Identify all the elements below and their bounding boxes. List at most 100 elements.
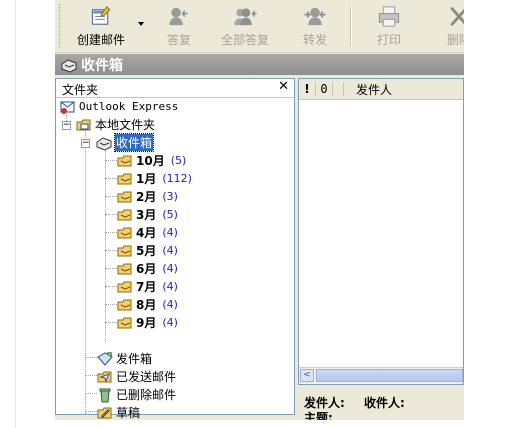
tree-item-month-folder[interactable]: 9月 (4) bbox=[117, 314, 178, 331]
folder-icon bbox=[117, 299, 132, 310]
close-pane-icon[interactable]: ✕ bbox=[278, 79, 289, 95]
create-mail-button[interactable]: 创建邮件 bbox=[73, 4, 129, 48]
message-list-header: ! 0 发件人 bbox=[299, 79, 463, 100]
preview-subject-label: 主题: bbox=[304, 411, 333, 420]
page-left-rule bbox=[15, 0, 16, 428]
local-folders-icon bbox=[76, 119, 91, 130]
folder-title: 收件箱 bbox=[81, 57, 123, 74]
delete-label: 删除 bbox=[446, 33, 464, 47]
folder-icon bbox=[117, 245, 132, 256]
tree-line bbox=[105, 196, 117, 197]
reply-button[interactable]: 答复 bbox=[159, 4, 199, 48]
print-icon bbox=[378, 6, 400, 27]
attachment-column-header[interactable]: 0 bbox=[316, 82, 333, 96]
create-mail-dropdown-arrow[interactable] bbox=[138, 22, 144, 26]
tree-item-month-folder[interactable]: 2月 (3) bbox=[117, 188, 178, 205]
tree-item-label: 3月 bbox=[136, 208, 157, 222]
tree-line bbox=[85, 393, 97, 394]
folder-tree: Outlook Express − 本地文件夹 − 收件箱 发件箱 已发送邮件 … bbox=[56, 98, 294, 420]
folder-title-bar: 收件箱 bbox=[55, 54, 464, 75]
inbox-icon bbox=[96, 136, 112, 151]
folder-pane-header: 文件夹 ✕ bbox=[56, 79, 294, 98]
print-label: 打印 bbox=[376, 33, 401, 47]
collapse-local-folders-toggle[interactable]: − bbox=[62, 121, 71, 130]
tree-item-outbox[interactable]: 发件箱 bbox=[97, 350, 152, 367]
forward-icon bbox=[304, 7, 326, 26]
folder-icon bbox=[117, 263, 132, 274]
tree-line bbox=[105, 232, 117, 233]
folder-pane-title: 文件夹 bbox=[62, 83, 99, 97]
tree-item-label: 9月 bbox=[136, 316, 157, 330]
tree-item-month-folder[interactable]: 6月 (4) bbox=[117, 260, 178, 277]
forward-button[interactable]: 转发 bbox=[297, 4, 333, 48]
unread-count: (4) bbox=[162, 298, 178, 311]
toolbar-grip[interactable] bbox=[59, 4, 63, 48]
tree-item-label: 已删除邮件 bbox=[116, 388, 177, 402]
tree-item-label: Outlook Express bbox=[79, 100, 179, 113]
forward-label: 转发 bbox=[302, 33, 327, 47]
tree-line bbox=[105, 322, 117, 323]
tree-item-month-folder[interactable]: 1月 (112) bbox=[117, 170, 192, 187]
tree-item-month-folder[interactable]: 10月 (5) bbox=[117, 152, 186, 169]
tree-item-label: 7月 bbox=[136, 280, 157, 294]
tree-item-label: 5月 bbox=[136, 244, 157, 258]
tree-line bbox=[85, 375, 97, 376]
tree-item-deleted-items[interactable]: 已删除邮件 bbox=[97, 386, 176, 403]
tree-item-drafts[interactable]: 草稿 bbox=[97, 404, 140, 420]
horizontal-scrollbar[interactable]: < bbox=[299, 367, 463, 384]
tree-item-label: 8月 bbox=[136, 298, 157, 312]
tree-item-label: 2月 bbox=[136, 190, 157, 204]
tree-item-label: 发件箱 bbox=[116, 352, 153, 366]
unread-count: (4) bbox=[162, 280, 178, 293]
tree-item-outlook-express[interactable]: Outlook Express bbox=[60, 98, 178, 115]
unread-count: (4) bbox=[162, 316, 178, 329]
unread-count: (4) bbox=[162, 262, 178, 275]
folder-icon bbox=[117, 281, 132, 292]
tree-item-label: 10月 bbox=[136, 154, 165, 168]
folder-icon bbox=[117, 191, 132, 202]
create-mail-label: 创建邮件 bbox=[76, 33, 125, 47]
unread-count: (112) bbox=[162, 172, 192, 185]
unread-count: (5) bbox=[170, 154, 187, 167]
delete-button[interactable]: 删除 bbox=[439, 4, 464, 48]
unread-count: (3) bbox=[162, 190, 178, 203]
tree-item-month-folder[interactable]: 3月 (5) bbox=[117, 206, 178, 223]
tree-item-label: 本地文件夹 bbox=[95, 118, 156, 132]
delete-icon bbox=[450, 6, 464, 27]
from-column-header[interactable]: 发件人 bbox=[344, 81, 392, 98]
tree-item-sent-items[interactable]: 已发送邮件 bbox=[97, 368, 176, 385]
tree-item-month-folder[interactable]: 8月 (4) bbox=[117, 296, 178, 313]
reply-label: 答复 bbox=[166, 33, 191, 47]
tree-line bbox=[85, 357, 97, 358]
inbox-icon bbox=[61, 58, 77, 73]
message-list[interactable]: ! 0 发件人 < bbox=[298, 78, 464, 385]
tree-item-local-folders[interactable]: 本地文件夹 bbox=[76, 116, 155, 133]
tree-item-label: 1月 bbox=[136, 172, 157, 186]
reply-all-icon bbox=[234, 8, 257, 26]
preview-pane-header: 发件人: 收件人: 主题: bbox=[298, 388, 464, 420]
sent-items-icon bbox=[97, 371, 112, 382]
flag-column-header[interactable] bbox=[333, 82, 344, 96]
tree-item-label: 6月 bbox=[136, 262, 157, 276]
tree-line bbox=[105, 250, 117, 251]
tree-item-inbox[interactable]: 收件箱 bbox=[96, 133, 155, 152]
scrollbar-thumb[interactable] bbox=[316, 369, 463, 382]
tree-item-month-folder[interactable]: 4月 (4) bbox=[117, 224, 178, 241]
outbox-icon bbox=[97, 351, 113, 366]
tree-item-month-folder[interactable]: 5月 (4) bbox=[117, 242, 178, 259]
reply-all-button[interactable]: 全部答复 bbox=[216, 4, 274, 48]
tree-item-label: 已发送邮件 bbox=[116, 370, 177, 384]
folder-icon bbox=[117, 209, 132, 220]
collapse-inbox-toggle[interactable]: − bbox=[81, 139, 90, 148]
tree-item-month-folder[interactable]: 7月 (4) bbox=[117, 278, 178, 295]
tree-line bbox=[105, 286, 117, 287]
tree-item-label: 草稿 bbox=[116, 406, 141, 420]
priority-column-header[interactable]: ! bbox=[299, 82, 316, 96]
preview-to-label: 收件人: bbox=[364, 396, 405, 410]
folder-pane: 文件夹 ✕ Outlook Express − 本地文件夹 − 收件箱 发件箱 … bbox=[55, 78, 295, 420]
reply-all-label: 全部答复 bbox=[220, 33, 269, 47]
scroll-left-button[interactable]: < bbox=[300, 369, 314, 382]
outlook-express-icon bbox=[60, 101, 75, 114]
print-button[interactable]: 打印 bbox=[373, 4, 405, 48]
unread-count: (5) bbox=[162, 208, 178, 221]
